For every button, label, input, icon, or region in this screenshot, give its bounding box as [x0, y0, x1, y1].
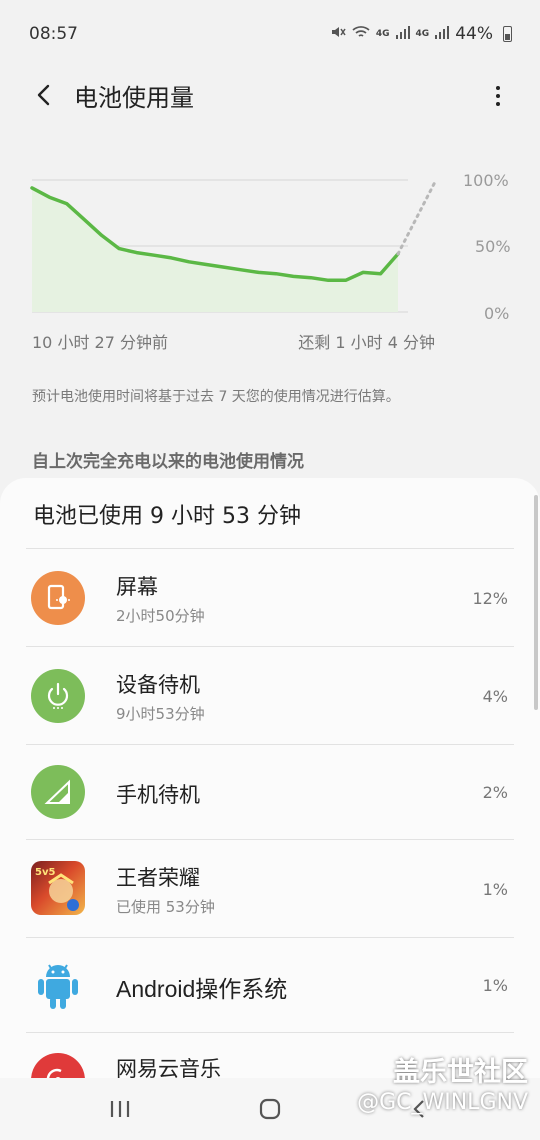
- usage-item-percent: 12%: [472, 589, 508, 608]
- scrollbar[interactable]: [534, 495, 538, 710]
- battery-usage-chart: 100% 50% 0% 10 小时 27 分钟前 还剩 1 小时 4 分钟: [0, 160, 540, 360]
- usage-card: 电池已使用 9 小时 53 分钟 屏幕 2小时50分钟 12% 设备待机 9小时…: [0, 478, 540, 1078]
- usage-item-percent: 2%: [482, 783, 508, 802]
- screen-icon: [31, 571, 85, 625]
- usage-item-percent: 1%: [482, 880, 508, 899]
- usage-item-sub: 9小时53分钟: [116, 705, 205, 723]
- usage-item-percent: 4%: [482, 687, 508, 706]
- usage-item-name: 手机待机: [116, 783, 200, 807]
- wifi-icon: [352, 24, 370, 44]
- more-dot-icon: [496, 102, 500, 106]
- usage-item-name: 设备待机: [116, 673, 200, 697]
- y-tick-100: 100%: [463, 171, 509, 190]
- estimate-note: 预计电池使用时间将基于过去 7 天您的使用情况进行估算。: [32, 389, 400, 405]
- y-tick-0: 0%: [484, 304, 510, 323]
- status-time: 08:57: [29, 24, 78, 44]
- music-icon: [31, 1053, 85, 1078]
- app-header: 电池使用量: [0, 68, 540, 122]
- usage-row-phone-idle[interactable]: 手机待机 2%: [0, 745, 540, 839]
- y-tick-50: 50%: [475, 237, 511, 256]
- network-type-icon: 4G: [375, 29, 390, 39]
- usage-item-percent: 1%: [482, 976, 508, 995]
- signal-bars-icon: [395, 25, 410, 43]
- x-label-start: 10 小时 27 分钟前: [32, 333, 168, 352]
- more-dot-icon: [496, 94, 500, 98]
- usage-item-name: 屏幕: [116, 575, 158, 599]
- watermark-community: 盖乐世社区: [393, 1057, 528, 1088]
- recent-apps-button[interactable]: [100, 1094, 140, 1124]
- home-icon: [259, 1098, 281, 1120]
- android-icon: [31, 958, 85, 1012]
- x-label-end: 还剩 1 小时 4 分钟: [298, 333, 435, 352]
- usage-total-title: 电池已使用 9 小时 53 分钟: [33, 504, 301, 529]
- usage-row-device-idle[interactable]: 设备待机 9小时53分钟 4%: [0, 647, 540, 744]
- usage-item-sub: 2小时50分钟: [116, 607, 205, 625]
- watermark-handle: @GC_WINLGNV: [357, 1090, 528, 1115]
- signal-bars-icon-2: [435, 25, 450, 43]
- power-icon: [31, 669, 85, 723]
- game-icon: 5v5: [31, 861, 85, 915]
- projection-line: [396, 178, 438, 256]
- mute-icon: [330, 24, 346, 44]
- usage-item-name: 网易云音乐: [116, 1057, 221, 1078]
- back-arrow-icon: [37, 84, 50, 106]
- usage-area-fill: [32, 187, 398, 312]
- battery-icon: [503, 26, 512, 42]
- usage-item-sub: 已使用 53分钟: [116, 898, 215, 916]
- usage-item-name: 王者荣耀: [116, 866, 200, 890]
- signal-icon: [31, 765, 85, 819]
- battery-percent: 44%: [455, 24, 493, 44]
- back-button[interactable]: [24, 75, 64, 115]
- usage-item-name: Android操作系统: [116, 976, 288, 1002]
- recent-apps-icon: [110, 1101, 130, 1117]
- usage-row-honor-of-kings[interactable]: 5v5 王者荣耀 已使用 53分钟 1%: [0, 840, 540, 937]
- status-bar: 08:57 4G 4G 44%: [0, 0, 540, 68]
- more-dot-icon: [496, 86, 500, 90]
- status-icons: 4G 4G 44%: [330, 24, 512, 44]
- network-type-icon-2: 4G: [415, 29, 430, 39]
- section-heading: 自上次完全充电以来的电池使用情况: [32, 452, 304, 472]
- usage-row-screen[interactable]: 屏幕 2小时50分钟 12%: [0, 549, 540, 646]
- page-title: 电池使用量: [74, 83, 194, 112]
- more-options-button[interactable]: [486, 76, 510, 116]
- usage-row-android-os[interactable]: Android操作系统 1%: [0, 938, 540, 1032]
- home-button[interactable]: [250, 1094, 290, 1124]
- svg-text:5v5: 5v5: [35, 867, 55, 878]
